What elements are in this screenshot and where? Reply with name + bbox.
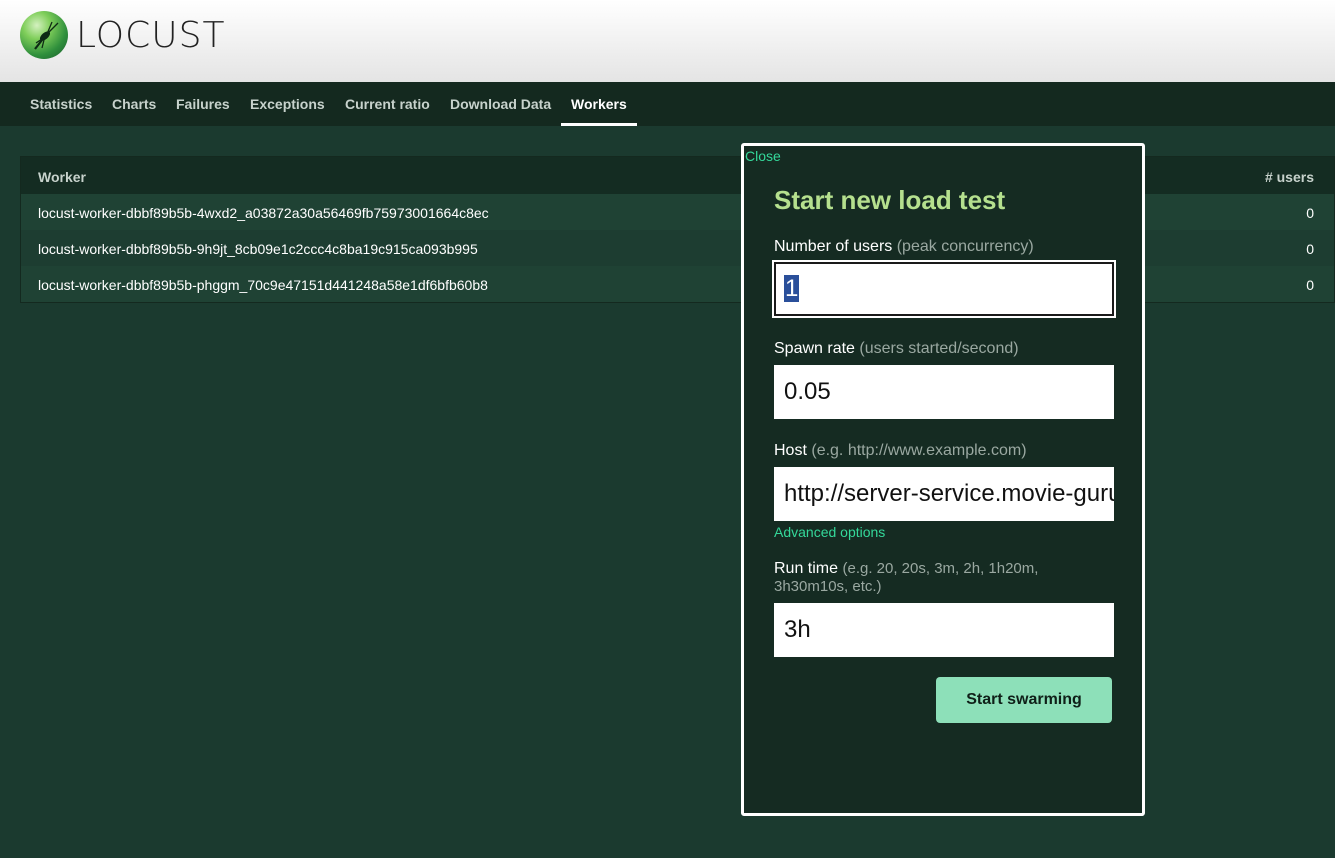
- users-hint: (peak concurrency): [896, 238, 1034, 255]
- column-header-worker[interactable]: Worker: [38, 169, 86, 185]
- host-input-value: http://server-service.movie-guru: [784, 480, 1114, 507]
- users-input-value: 1: [784, 275, 800, 302]
- advanced-options-link[interactable]: Advanced options: [774, 524, 885, 540]
- spawn-rate-input[interactable]: 0.05: [774, 365, 1114, 419]
- start-test-dialog: Close Start new load test Number of user…: [741, 143, 1145, 816]
- tab-charts[interactable]: Charts: [112, 82, 156, 126]
- run-time-label-text: Run time: [774, 560, 839, 577]
- logo-text: LOCUST: [76, 14, 226, 56]
- tab-exceptions[interactable]: Exceptions: [250, 82, 325, 126]
- spawn-rate-label: Spawn rate (users started/second): [774, 340, 1019, 358]
- spawn-rate-label-text: Spawn rate: [774, 340, 855, 357]
- host-label-text: Host: [774, 442, 807, 459]
- header-bar: LOCUST: [0, 0, 1335, 82]
- host-hint: (e.g. http://www.example.com): [811, 442, 1027, 459]
- worker-name: locust-worker-dbbf89b5b-phggm_70c9e47151…: [38, 277, 488, 293]
- spawn-rate-hint: (users started/second): [859, 340, 1019, 357]
- dialog-title: Start new load test: [774, 185, 1006, 215]
- host-label: Host (e.g. http://www.example.com): [774, 442, 1027, 460]
- nav-tabs: Statistics Charts Failures Exceptions Cu…: [0, 82, 1335, 126]
- column-header-users[interactable]: # users: [1265, 169, 1314, 185]
- worker-users: 0: [1306, 241, 1314, 257]
- tab-download-data[interactable]: Download Data: [450, 82, 551, 126]
- users-label: Number of users (peak concurrency): [774, 238, 1034, 256]
- close-link[interactable]: Close: [745, 148, 781, 164]
- run-time-input-value: 3h: [784, 616, 811, 643]
- run-time-input[interactable]: 3h: [774, 603, 1114, 657]
- users-input[interactable]: 1: [772, 260, 1116, 318]
- tab-workers[interactable]: Workers: [561, 82, 637, 126]
- locust-logo-icon: [20, 11, 68, 59]
- worker-name: locust-worker-dbbf89b5b-4wxd2_a03872a30a…: [38, 205, 489, 221]
- spawn-rate-input-value: 0.05: [784, 378, 831, 405]
- tab-current-ratio[interactable]: Current ratio: [345, 82, 430, 126]
- tab-failures[interactable]: Failures: [176, 82, 230, 126]
- tab-statistics[interactable]: Statistics: [30, 82, 92, 126]
- start-swarming-button[interactable]: Start swarming: [936, 677, 1112, 723]
- run-time-label: Run time (e.g. 20, 20s, 3m, 2h, 1h20m, 3…: [774, 560, 1074, 596]
- locust-logo[interactable]: LOCUST: [20, 11, 225, 59]
- worker-users: 0: [1306, 277, 1314, 293]
- worker-name: locust-worker-dbbf89b5b-9h9jt_8cb09e1c2c…: [38, 241, 478, 257]
- users-label-text: Number of users: [774, 238, 893, 255]
- worker-users: 0: [1306, 205, 1314, 221]
- host-input[interactable]: http://server-service.movie-guru: [774, 467, 1114, 521]
